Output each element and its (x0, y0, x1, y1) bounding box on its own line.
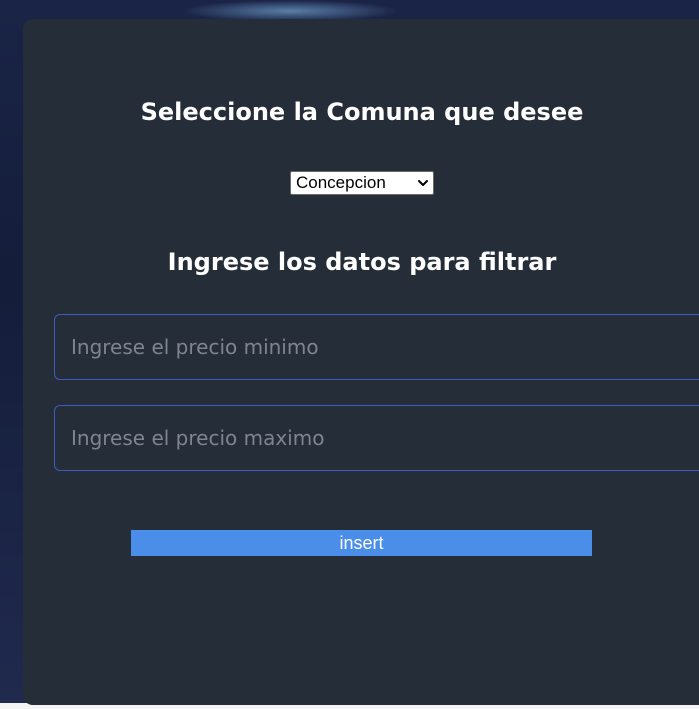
comuna-select-value: Concepcion (296, 173, 386, 192)
chevron-down-icon (418, 180, 428, 186)
comuna-heading: Seleccione la Comuna que desee (140, 98, 584, 126)
insert-button[interactable]: insert (131, 530, 592, 556)
max-price-input[interactable] (54, 405, 699, 471)
min-price-input[interactable] (54, 314, 699, 380)
comuna-select[interactable]: Concepcion (290, 171, 434, 195)
filter-heading: Ingrese los datos para filtrar (167, 248, 557, 276)
